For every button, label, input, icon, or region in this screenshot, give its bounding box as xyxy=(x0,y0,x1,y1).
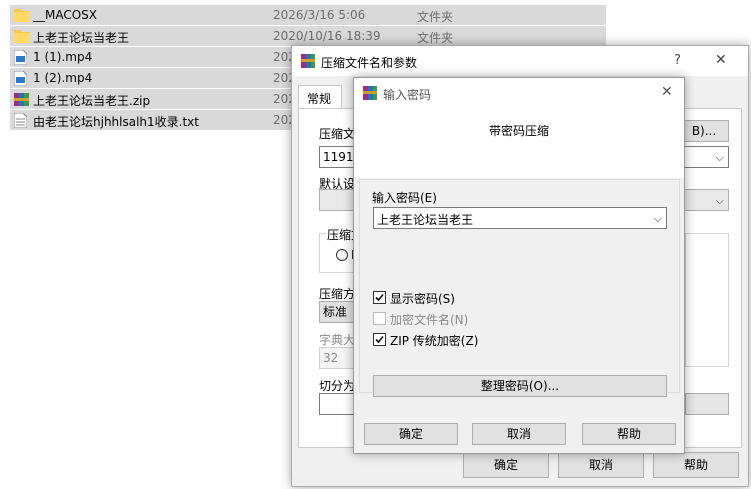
file-name: 1 (2).mp4 xyxy=(33,71,93,85)
file-name: 上老王论坛当老王 xyxy=(33,31,130,45)
close-icon[interactable]: ✕ xyxy=(715,52,727,68)
zip-legacy-encryption-checkbox[interactable] xyxy=(373,333,386,346)
archive-help-button[interactable]: 帮助 xyxy=(653,452,739,478)
tab-general[interactable]: 常规 xyxy=(298,85,342,109)
password-panel: 输入密码(E) 上老王论坛当老王 ⌵ 显示密码(S) 加密文件名(N) ZIP … xyxy=(359,179,680,397)
organize-passwords-button[interactable]: 整理密码(O)... xyxy=(373,375,667,397)
password-header-band: 带密码压缩 xyxy=(354,108,684,178)
browse-button-label: B)... xyxy=(691,124,717,138)
zip-legacy-encryption-label: ZIP 传统加密(Z) xyxy=(390,334,479,348)
chevron-down-icon: ⌵ xyxy=(715,151,724,164)
tab-general-label: 常规 xyxy=(307,92,332,106)
encrypt-filenames-label: 加密文件名(N) xyxy=(390,313,469,327)
file-type: 文件夹 xyxy=(417,31,454,45)
winrar-app-icon xyxy=(301,54,315,71)
archive-dialog-titlebar: 压缩文件名和参数 ? ✕ xyxy=(292,46,748,76)
file-name: __MACOSX xyxy=(33,8,98,22)
archive-name-label: 压缩文 xyxy=(319,127,356,141)
password-dialog: 输入密码 ✕ 带密码压缩 输入密码(E) 上老王论坛当老王 ⌵ 显示密码(S) … xyxy=(353,77,685,454)
file-date: 2026/3/16 5:06 xyxy=(273,8,366,22)
chevron-down-icon: ⌵ xyxy=(715,194,724,207)
archive-ok-label: 确定 xyxy=(493,458,518,472)
split-volumes-label: 切分为 xyxy=(319,379,356,393)
options-panel xyxy=(685,233,729,367)
password-value: 上老王论坛当老王 xyxy=(377,213,474,227)
password-cancel-label: 取消 xyxy=(506,427,531,441)
encrypt-filenames-checkbox[interactable] xyxy=(373,312,386,325)
help-icon[interactable]: ? xyxy=(674,53,681,68)
dictionary-size-label: 字典大 xyxy=(319,333,356,347)
file-name: 由老王论坛hjhhlsalh1收录.txt xyxy=(33,115,199,129)
text-file-icon xyxy=(13,112,28,129)
file-row[interactable]: 上老王论坛当老王 2020/10/16 18:39 文件夹 xyxy=(10,25,606,46)
password-dialog-title: 输入密码 xyxy=(383,88,432,102)
show-password-label: 显示密码(S) xyxy=(390,292,455,306)
file-row[interactable]: __MACOSX 2026/3/16 5:06 文件夹 xyxy=(10,4,606,25)
video-file-icon xyxy=(13,49,28,66)
compression-method-label: 压缩方 xyxy=(319,287,356,301)
file-type: 文件夹 xyxy=(417,10,454,24)
archive-cancel-label: 取消 xyxy=(588,458,613,472)
update-mode-combobox[interactable] xyxy=(685,393,729,415)
password-dialog-titlebar: 输入密码 ✕ xyxy=(354,78,684,108)
organize-passwords-label: 整理密码(O)... xyxy=(480,379,560,393)
file-date: 2020/10/16 18:39 xyxy=(273,29,381,43)
password-ok-label: 确定 xyxy=(398,427,423,441)
compression-method-value: 标准 xyxy=(323,305,348,319)
archive-cancel-button[interactable]: 取消 xyxy=(558,452,644,478)
file-name: 上老王论坛当老王.zip xyxy=(33,94,151,108)
format-radio[interactable] xyxy=(336,249,348,261)
password-ok-button[interactable]: 确定 xyxy=(364,423,458,445)
archive-dialog-title: 压缩文件名和参数 xyxy=(321,56,418,70)
close-icon[interactable]: ✕ xyxy=(661,84,673,100)
chevron-down-icon: ⌵ xyxy=(653,212,662,225)
password-help-button[interactable]: 帮助 xyxy=(582,423,676,445)
folder-icon xyxy=(14,8,30,23)
password-cancel-button[interactable]: 取消 xyxy=(472,423,566,445)
video-file-icon xyxy=(13,70,28,87)
archive-help-label: 帮助 xyxy=(683,458,708,472)
show-password-checkbox[interactable] xyxy=(373,291,386,304)
password-dialog-heading: 带密码压缩 xyxy=(488,124,549,138)
winrar-app-icon xyxy=(363,86,377,103)
password-help-label: 帮助 xyxy=(616,427,641,441)
password-label: 输入密码(E) xyxy=(372,191,437,205)
winrar-archive-icon xyxy=(14,92,29,107)
file-name: 1 (1).mp4 xyxy=(33,50,93,64)
password-input[interactable]: 上老王论坛当老王 ⌵ xyxy=(373,207,667,229)
dictionary-size-value: 32 xyxy=(323,351,339,365)
archive-ok-button[interactable]: 确定 xyxy=(463,452,549,478)
folder-icon xyxy=(14,29,30,44)
browse-button[interactable]: B)... xyxy=(679,120,729,142)
